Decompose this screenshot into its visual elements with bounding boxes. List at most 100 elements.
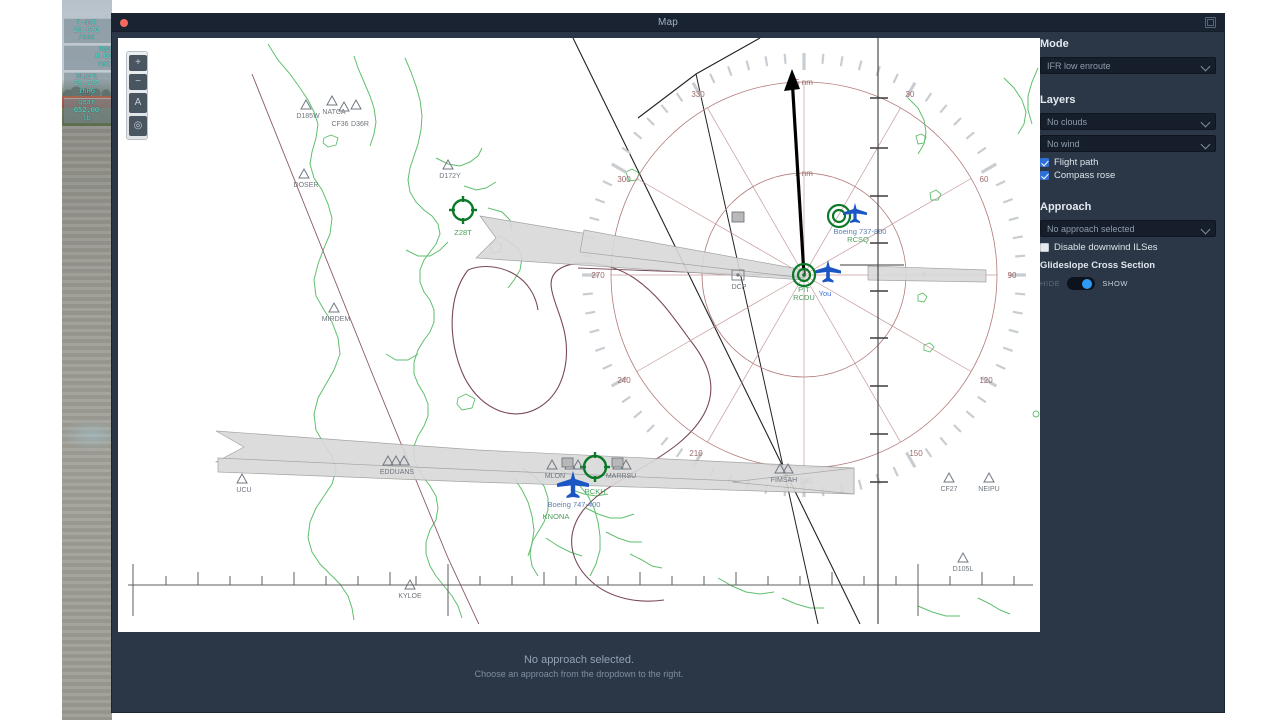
aircraft-icon-737 <box>843 203 867 223</box>
window-title: Map <box>657 17 679 28</box>
glideslope-toggle[interactable] <box>1067 277 1096 290</box>
glideslope-cross-section <box>118 624 1040 632</box>
airway-lines <box>572 38 861 624</box>
approach-status-line2: Choose an approach from the dropdown to … <box>474 669 684 679</box>
svg-text:30: 30 <box>906 90 915 99</box>
chevron-down-icon <box>1200 139 1211 150</box>
approach-status-line1: No approach selected. <box>523 654 635 666</box>
svg-text:D185W: D185W <box>296 113 320 120</box>
svg-text:Boeing 747-400: Boeing 747-400 <box>548 500 601 509</box>
dataref-unit: inHG <box>78 86 95 95</box>
svg-text:KYLOE: KYLOE <box>398 593 422 600</box>
aircraft-icon-you <box>815 260 841 283</box>
zoom-out-glyph: − <box>135 76 141 87</box>
svg-text:UCU: UCU <box>236 487 251 494</box>
profile-reference <box>840 38 904 624</box>
svg-text:330: 330 <box>691 90 705 99</box>
svg-text:CF36: CF36 <box>331 121 348 128</box>
mode-select-value: IFR low enroute <box>1047 60 1111 71</box>
map-graphics: 30 60 90 120 150 180 210 240 270 300 330 <box>128 38 1040 624</box>
sim-puddle <box>62 420 112 450</box>
flight-path-label: Flight path <box>1054 157 1099 168</box>
zoom-in-icon[interactable]: + <box>129 55 147 71</box>
svg-text:210: 210 <box>689 449 703 458</box>
clouds-select-value: No clouds <box>1047 116 1088 127</box>
svg-text:MLON: MLON <box>545 473 565 480</box>
close-icon[interactable] <box>120 19 128 27</box>
svg-text:240: 240 <box>617 376 631 385</box>
svg-text:MARRSU: MARRSU <box>606 473 636 480</box>
svg-text:150: 150 <box>909 449 923 458</box>
svg-text:NATCA: NATCA <box>322 109 346 116</box>
dataref-cell: gear 652.00 lb <box>65 99 108 122</box>
svg-text:Z28T: Z28T <box>454 228 472 237</box>
svg-text:D36R: D36R <box>351 121 369 128</box>
dataref-unit: /sec <box>78 33 95 42</box>
zoom-out-icon[interactable]: − <box>129 74 147 90</box>
map-toolbar[interactable]: + − A ◎ <box>126 51 148 140</box>
svg-text:60: 60 <box>980 175 989 184</box>
center-aircraft-glyph: ◎ <box>133 120 143 131</box>
svg-text:D172Y: D172Y <box>439 173 461 180</box>
svg-text:FIMSAH: FIMSAH <box>771 477 797 484</box>
svg-text:DOSER: DOSER <box>294 182 319 189</box>
svg-text:DCP: DCP <box>732 284 747 291</box>
svg-text:90: 90 <box>1008 271 1017 280</box>
svg-text:KNONA: KNONA <box>543 512 570 521</box>
svg-text:NEIPU: NEIPU <box>978 486 999 493</box>
zoom-in-glyph: + <box>135 57 141 68</box>
approach-select[interactable]: No approach selected <box>1040 220 1216 237</box>
approach-corridors <box>214 215 987 495</box>
approach-select-value: No approach selected <box>1047 223 1135 234</box>
svg-text:270: 270 <box>591 271 605 280</box>
map-canvas[interactable]: 30 60 90 120 150 180 210 240 270 300 330 <box>118 38 1040 624</box>
svg-text:CF27: CF27 <box>940 486 957 493</box>
approach-heading: Approach <box>1040 201 1092 213</box>
popout-icon[interactable] <box>1205 17 1216 28</box>
svg-text:You: You <box>819 289 832 298</box>
disable-ils-checkbox-row[interactable]: Disable downwind ILSes <box>1040 242 1216 253</box>
map-titlebar: Map <box>112 14 1224 32</box>
mode-heading: Mode <box>1040 38 1069 50</box>
disable-ils-label: Disable downwind ILSes <box>1054 242 1158 253</box>
approach-status-message: No approach selected. Choose an approach… <box>118 654 1040 679</box>
wind-select-value: No wind <box>1047 138 1080 149</box>
north-up-icon[interactable]: A <box>129 93 147 113</box>
mode-select[interactable]: IFR low enroute <box>1040 57 1216 74</box>
dataref-unit: lb <box>82 113 91 122</box>
airport-symbol-rcsq <box>826 203 852 229</box>
glideslope-toggle-row[interactable]: HIDE SHOW <box>1040 277 1216 290</box>
chevron-down-icon <box>1200 224 1211 235</box>
compass-rose-checkbox[interactable] <box>1040 171 1049 180</box>
chevron-down-icon <box>1200 61 1211 72</box>
map-settings-panel: Mode IFR low enroute Layers No clouds No… <box>1040 38 1216 704</box>
svg-text:300: 300 <box>617 175 631 184</box>
svg-text:RCKH: RCKH <box>584 487 605 496</box>
svg-text:EDDUANS: EDDUANS <box>380 469 415 476</box>
dataref-cell: f-act 20.070 /sec <box>65 19 108 42</box>
mode-group: Mode IFR low enroute <box>1040 38 1216 74</box>
layers-heading: Layers <box>1040 94 1076 106</box>
svg-text:MIRDEM: MIRDEM <box>322 316 351 323</box>
app-root: f-act 20.070 /sec f-sim 19.9 /sec Mach 0… <box>0 0 1280 720</box>
north-up-glyph: A <box>134 97 142 108</box>
chevron-down-icon <box>1200 117 1211 128</box>
clouds-select[interactable]: No clouds <box>1040 113 1216 130</box>
map-scale-ruler <box>128 564 1033 616</box>
layers-group: Layers No clouds No wind Flight path Com… <box>1040 94 1216 181</box>
wind-select[interactable]: No wind <box>1040 135 1216 152</box>
toggle-knob <box>1082 278 1093 289</box>
compass-rose-label: Compass rose <box>1054 170 1116 181</box>
airport-symbol-z28t <box>449 196 477 224</box>
flight-path-checkbox-row[interactable]: Flight path <box>1040 157 1216 168</box>
toggle-show-label: SHOW <box>1102 279 1129 288</box>
center-aircraft-icon[interactable]: ◎ <box>129 116 147 136</box>
disable-ils-checkbox[interactable] <box>1040 243 1049 252</box>
compass-rose-checkbox-row[interactable]: Compass rose <box>1040 170 1216 181</box>
svg-text:RCDU: RCDU <box>793 293 815 302</box>
svg-text:RCSQ: RCSQ <box>847 235 869 244</box>
toggle-hide-label: HIDE <box>1040 279 1061 288</box>
flight-path-checkbox[interactable] <box>1040 158 1049 167</box>
map-window: Map 30 60 90 120 150 210 240 270 300 330… <box>112 14 1224 712</box>
glideslope-label: Glideslope Cross Section <box>1040 260 1156 271</box>
